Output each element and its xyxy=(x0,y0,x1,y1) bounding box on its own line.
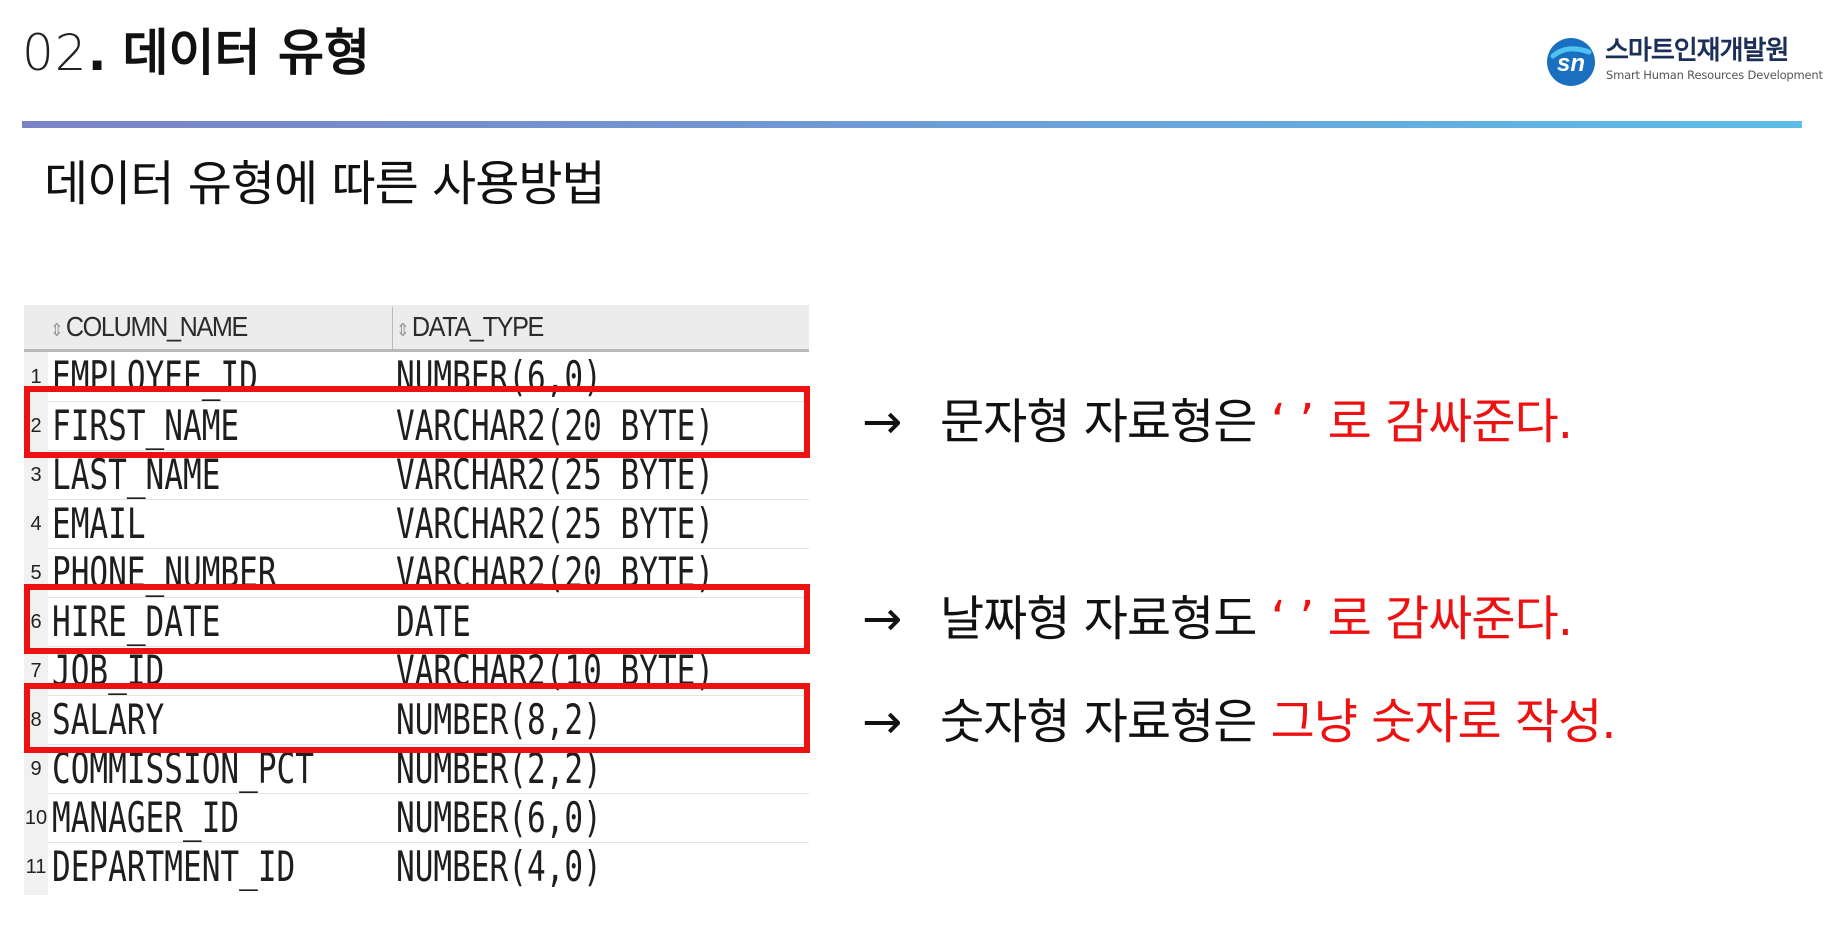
header-cell-column-name[interactable]: ⇕ COLUMN_NAME xyxy=(50,305,249,349)
sort-icon: ⇕ xyxy=(50,320,64,340)
note-emphasis: ‘ ’ 로 감싸준다. xyxy=(1270,591,1573,647)
section-title: 데이터 유형 xyxy=(122,24,370,82)
arrow-right-icon: → xyxy=(862,694,902,750)
row-number: 4 xyxy=(30,513,42,535)
highlight-box-first-name xyxy=(24,386,810,458)
row-number: 10 xyxy=(24,807,48,829)
highlight-box-salary xyxy=(24,683,810,753)
section-number: 02 xyxy=(22,24,88,82)
page-heading: 02. 데이터 유형 xyxy=(22,20,370,86)
logo-name-en: Smart Human Resources Development xyxy=(1606,68,1823,82)
note-text: 문자형 자료형은 xyxy=(940,394,1271,450)
note-number-type: → 숫자형 자료형은 그냥 숫자로 작성. xyxy=(862,690,1617,754)
table-row[interactable]: 4 EMAIL VARCHAR2(25 BYTE) xyxy=(24,499,809,549)
page-subtitle: 데이터 유형에 따른 사용방법 xyxy=(44,156,606,212)
highlight-box-hire-date xyxy=(24,584,810,654)
header-divider xyxy=(22,121,1802,128)
note-emphasis: ‘ ’ 로 감싸준다. xyxy=(1270,394,1573,450)
section-dot: . xyxy=(87,24,107,82)
column-name-cell: EMAIL xyxy=(52,499,146,548)
note-date-type: → 날짜형 자료형도 ‘ ’ 로 감싸준다. xyxy=(862,587,1573,651)
header-label-column-name: COLUMN_NAME xyxy=(65,311,249,342)
logo-mark-icon: sn xyxy=(1547,38,1595,86)
data-type-cell: VARCHAR2(25 BYTE) xyxy=(396,499,715,548)
note-text: 숫자형 자료형은 xyxy=(940,694,1271,750)
sort-icon: ⇕ xyxy=(396,320,410,340)
table-row[interactable]: 10 MANAGER_ID NUMBER(6,0) xyxy=(24,793,809,843)
data-type-cell: NUMBER(4,0) xyxy=(396,842,602,891)
arrow-right-icon: → xyxy=(862,394,902,450)
svg-text:sn: sn xyxy=(1557,50,1585,77)
header-separator xyxy=(392,307,393,349)
note-string-type: → 문자형 자료형은 ‘ ’ 로 감싸준다. xyxy=(862,390,1573,454)
row-number: 11 xyxy=(25,856,47,878)
header-label-data-type: DATA_TYPE xyxy=(411,311,545,342)
brand-logo: sn 스마트인재개발원 Smart Human Resources Develo… xyxy=(1545,36,1823,88)
column-name-cell: MANAGER_ID xyxy=(52,793,240,842)
note-emphasis: 그냥 숫자로 작성. xyxy=(1270,694,1617,750)
header-cell-data-type[interactable]: ⇕ DATA_TYPE xyxy=(396,305,545,349)
table-row[interactable]: 11 DEPARTMENT_ID NUMBER(4,0) xyxy=(24,842,809,892)
column-name-cell: DEPARTMENT_ID xyxy=(52,842,296,891)
data-type-cell: NUMBER(6,0) xyxy=(396,793,602,842)
note-text: 날짜형 자료형도 xyxy=(940,591,1271,647)
logo-name-ko: 스마트인재개발원 xyxy=(1605,36,1789,66)
arrow-right-icon: → xyxy=(862,591,902,647)
